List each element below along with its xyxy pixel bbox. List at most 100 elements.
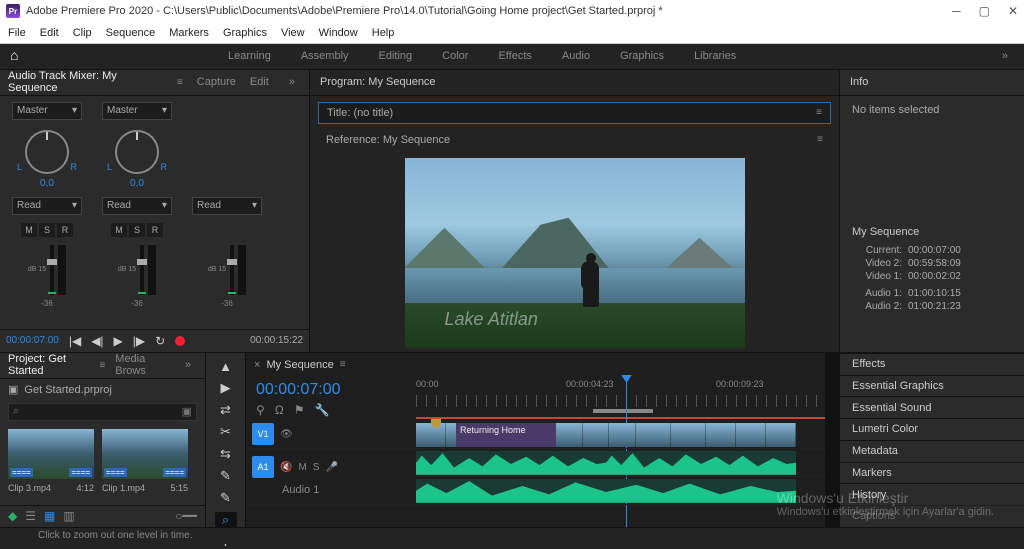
audio-track-lane[interactable] — [416, 477, 825, 505]
menu-edit[interactable]: Edit — [40, 27, 59, 39]
voice-record-icon[interactable]: 🎤 — [325, 462, 337, 473]
pen-tool-icon[interactable]: ✎ — [215, 468, 237, 484]
list-view-icon[interactable]: ☰ — [25, 509, 36, 523]
tab-essential-sound[interactable]: Essential Sound — [840, 396, 1024, 418]
menu-help[interactable]: Help — [372, 27, 395, 39]
menu-markers[interactable]: Markers — [169, 27, 209, 39]
audio-clip[interactable] — [416, 451, 606, 475]
workspace-assembly[interactable]: Assembly — [301, 50, 349, 62]
menu-window[interactable]: Window — [319, 27, 358, 39]
track-header-a1[interactable]: A1 🔇 M S 🎤 Audio 1 — [246, 449, 416, 505]
mixer-overflow-icon[interactable]: » — [283, 76, 301, 88]
linked-selection-icon[interactable]: Ω — [275, 403, 284, 417]
tab-markers[interactable]: Markers — [840, 462, 1024, 484]
tab-program[interactable]: Program: My Sequence — [320, 76, 436, 88]
project-overflow-icon[interactable]: » — [179, 359, 197, 371]
output-select[interactable]: Master▾ — [12, 102, 82, 120]
volume-fader[interactable] — [140, 245, 144, 295]
panel-menu-icon[interactable]: ≡ — [177, 77, 183, 88]
workspace-graphics[interactable]: Graphics — [620, 50, 664, 62]
tab-lumetri-color[interactable]: Lumetri Color — [840, 418, 1024, 440]
record-button[interactable]: R — [147, 223, 163, 237]
solo-button[interactable]: S — [313, 462, 320, 473]
zoom-slider[interactable]: ○━━ — [175, 509, 197, 523]
timeline-timecode[interactable]: 00:00:07:00 — [256, 381, 406, 399]
freeform-icon[interactable]: ◆ — [8, 509, 17, 523]
title-clip[interactable]: Returning Home — [456, 423, 556, 447]
audio-clip[interactable] — [416, 479, 796, 503]
workspace-audio[interactable]: Audio — [562, 50, 590, 62]
panel-menu-icon[interactable]: ≡ — [817, 134, 823, 145]
play-icon[interactable]: ▶ — [114, 334, 123, 348]
timeline-ruler[interactable]: 00:00 00:00:04:23 00:00:09:23 — [416, 377, 825, 415]
solo-button[interactable]: S — [39, 223, 55, 237]
marker-icon[interactable]: ⚑ — [294, 403, 305, 417]
audio-track-lane[interactable] — [416, 449, 825, 477]
slip-tool-icon[interactable]: ⇆ — [215, 446, 237, 462]
workspace-effects[interactable]: Effects — [498, 50, 531, 62]
close-icon[interactable]: × — [254, 359, 260, 371]
in-out-range[interactable] — [593, 409, 653, 413]
video-clip[interactable] — [556, 423, 636, 447]
volume-fader[interactable] — [230, 245, 234, 295]
clip-item[interactable]: ======== Clip 1.mp45:15 — [102, 429, 188, 499]
minimize-icon[interactable]: ─ — [952, 4, 961, 18]
panel-menu-icon[interactable]: ≡ — [99, 360, 105, 371]
razor-tool-icon[interactable]: ✂ — [215, 424, 237, 440]
mixer-timecode-left[interactable]: 00:00:07:00 — [6, 335, 59, 346]
tab-sequence[interactable]: My Sequence — [266, 359, 333, 371]
workspace-libraries[interactable]: Libraries — [694, 50, 736, 62]
video-clip[interactable] — [636, 423, 706, 447]
tab-project[interactable]: Project: Get Started — [8, 353, 89, 377]
maximize-icon[interactable]: ▢ — [979, 4, 990, 18]
settings-icon[interactable]: 🔧 — [315, 403, 330, 417]
tab-effects[interactable]: Effects — [840, 353, 1024, 375]
mute-button[interactable]: M — [111, 223, 127, 237]
menu-file[interactable]: File — [8, 27, 26, 39]
menu-clip[interactable]: Clip — [73, 27, 92, 39]
tab-media-browser[interactable]: Media Brows — [115, 353, 169, 377]
tab-capture[interactable]: Capture — [197, 76, 236, 88]
new-bin-icon[interactable]: ▣ — [182, 405, 192, 418]
freeform-view-icon[interactable]: ▥ — [63, 509, 74, 523]
step-fwd-icon[interactable]: |▶ — [133, 334, 145, 348]
tab-essential-graphics[interactable]: Essential Graphics — [840, 375, 1024, 397]
automation-select[interactable]: Read▾ — [12, 197, 82, 215]
workspace-overflow-icon[interactable]: » — [996, 50, 1014, 62]
program-preview[interactable]: Lake Atitlan — [405, 158, 745, 348]
menu-sequence[interactable]: Sequence — [106, 27, 156, 39]
panel-menu-icon[interactable]: ≡ — [816, 107, 822, 118]
record-icon[interactable] — [175, 336, 185, 346]
menu-view[interactable]: View — [281, 27, 305, 39]
tab-edit[interactable]: Edit — [250, 76, 269, 88]
automation-select[interactable]: Read▾ — [102, 197, 172, 215]
go-to-in-icon[interactable]: |◀ — [69, 334, 81, 348]
zoom-tool-icon[interactable]: ⌕ — [215, 512, 237, 528]
home-icon[interactable]: ⌂ — [10, 47, 28, 65]
ripple-edit-tool-icon[interactable]: ⇄ — [215, 402, 237, 418]
record-button[interactable]: R — [57, 223, 73, 237]
video-clip[interactable] — [706, 423, 796, 447]
workspace-color[interactable]: Color — [442, 50, 468, 62]
menu-graphics[interactable]: Graphics — [223, 27, 267, 39]
track-select-tool-icon[interactable]: ▶ — [215, 380, 237, 396]
tab-metadata[interactable]: Metadata — [840, 440, 1024, 462]
tab-info[interactable]: Info — [840, 70, 1024, 96]
loop-icon[interactable]: ↻ — [155, 334, 165, 348]
hand-tool-icon[interactable]: ✎ — [215, 490, 237, 506]
video-track-lane[interactable]: Returning Home — [416, 421, 825, 449]
search-input[interactable]: ⌕▣ — [8, 403, 197, 421]
tab-mixer[interactable]: Audio Track Mixer: My Sequence — [8, 70, 163, 94]
step-back-icon[interactable]: ◀| — [91, 334, 103, 348]
solo-button[interactable]: S — [129, 223, 145, 237]
title-field[interactable]: Title: (no title)≡ — [318, 102, 831, 124]
pan-knob[interactable]: LR — [115, 130, 159, 174]
pan-knob[interactable]: LR — [25, 130, 69, 174]
panel-menu-icon[interactable]: ≡ — [340, 359, 346, 370]
mute-button[interactable]: M — [298, 462, 306, 473]
automation-select[interactable]: Read▾ — [192, 197, 262, 215]
eye-icon[interactable]: 👁 — [280, 429, 293, 440]
close-icon[interactable]: ✕ — [1008, 4, 1018, 18]
snap-icon[interactable]: ⚲ — [256, 403, 265, 417]
icon-view-icon[interactable]: ▦ — [44, 509, 55, 523]
